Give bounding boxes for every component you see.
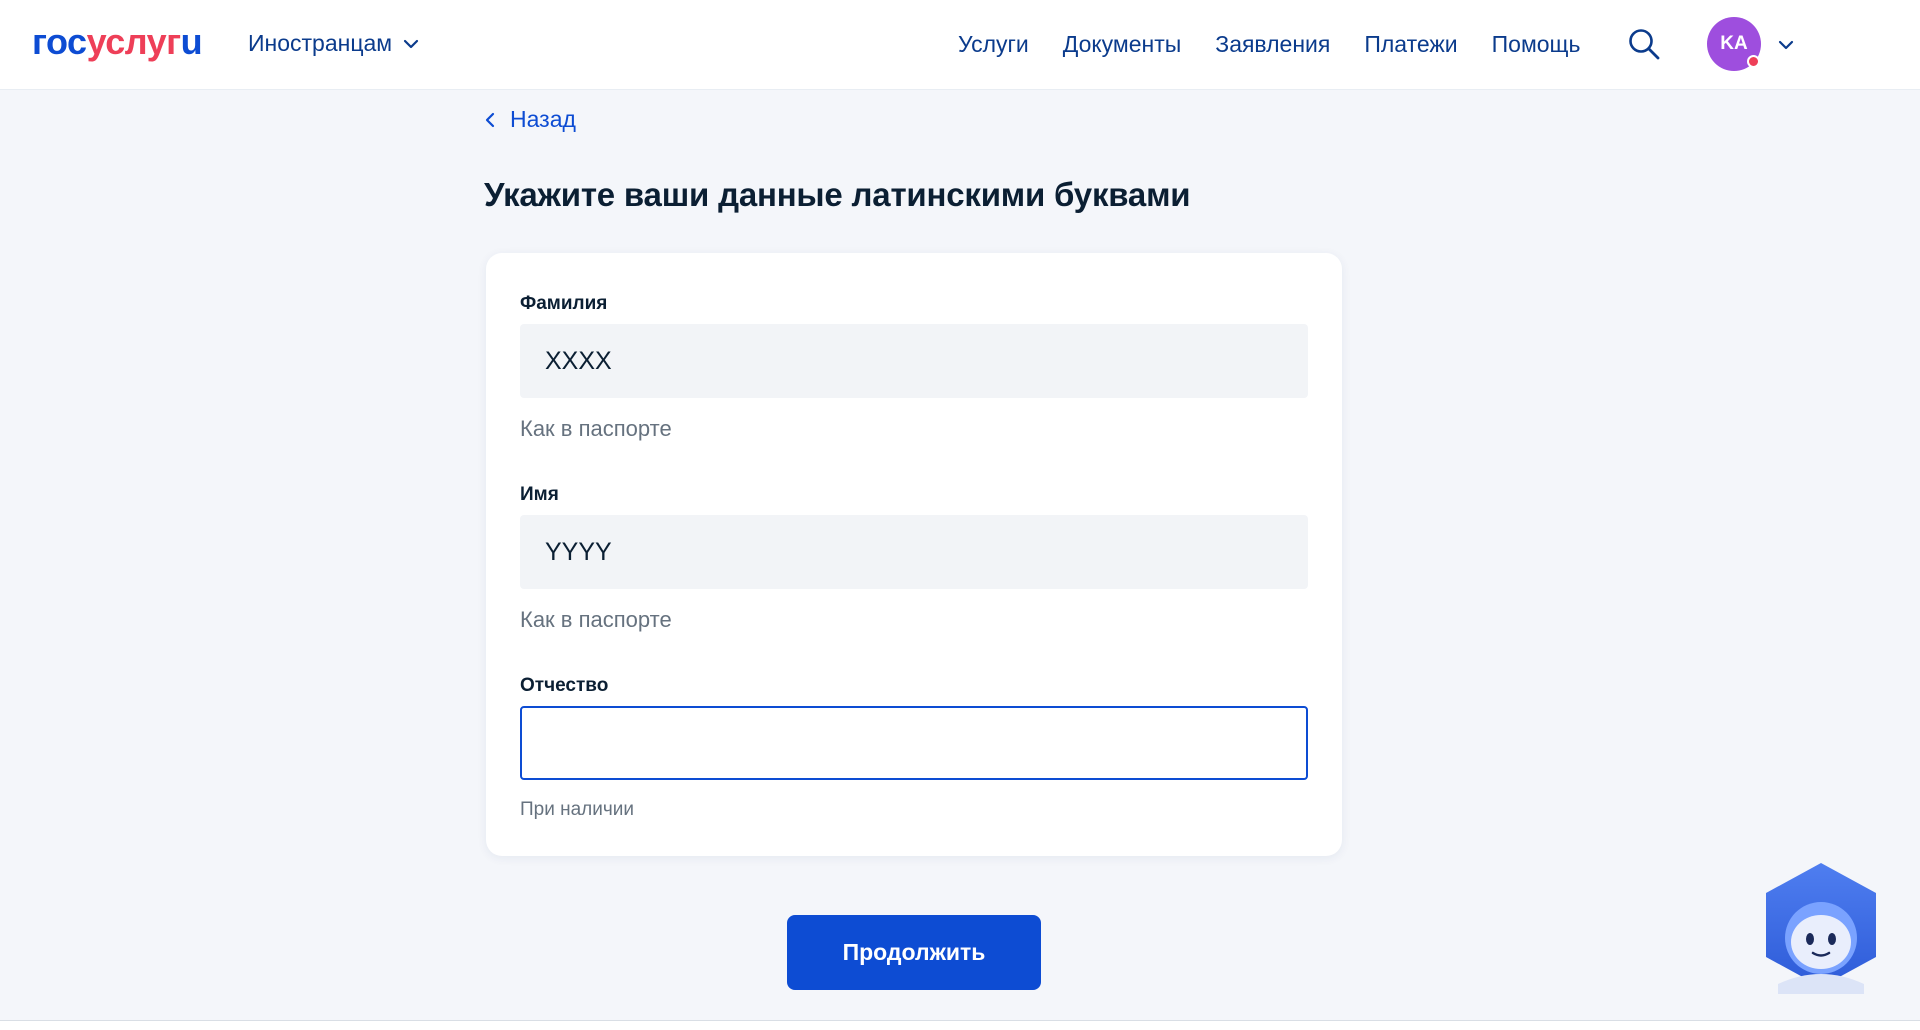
patronymic-input[interactable] xyxy=(520,706,1308,780)
nav-item-payments[interactable]: Платежи xyxy=(1364,30,1457,58)
last-name-input[interactable] xyxy=(520,324,1308,398)
search-icon[interactable] xyxy=(1627,27,1661,61)
notification-dot xyxy=(1747,55,1760,68)
bottom-bar xyxy=(0,1020,1920,1030)
patronymic-hint: При наличии xyxy=(520,799,634,820)
user-avatar[interactable]: KA xyxy=(1707,17,1761,71)
continue-button[interactable]: Продолжить xyxy=(787,915,1041,990)
back-link[interactable]: Назад xyxy=(484,106,576,133)
back-link-label: Назад xyxy=(510,106,576,132)
audience-selector-label: Иностранцам xyxy=(248,30,393,56)
chevron-left-icon xyxy=(485,112,495,127)
nav-item-help[interactable]: Помощь xyxy=(1492,30,1581,58)
first-name-input[interactable] xyxy=(520,515,1308,589)
audience-selector[interactable]: Иностранцам xyxy=(248,30,420,57)
top-header: госуслугu Иностранцам Услуги Документы З… xyxy=(0,0,1920,90)
first-name-label: Имя xyxy=(520,484,559,505)
nav-item-applications[interactable]: Заявления xyxy=(1215,30,1330,58)
nav-item-documents[interactable]: Документы xyxy=(1063,30,1182,58)
first-name-hint: Как в паспорте xyxy=(520,607,672,632)
gosuslugi-logo[interactable]: госуслугu xyxy=(32,22,203,62)
last-name-label: Фамилия xyxy=(520,293,608,314)
form-card: Фамилия Как в паспорте Имя Как в паспорт… xyxy=(486,253,1342,856)
avatar-initials: KA xyxy=(1720,33,1748,54)
assistant-robot-icon[interactable] xyxy=(1758,860,1884,996)
page-title: Укажите ваши данные латинскими буквами xyxy=(484,176,1191,213)
last-name-hint: Как в паспорте xyxy=(520,416,672,441)
chevron-down-icon xyxy=(404,39,419,48)
main-nav: Услуги Документы Заявления Платежи Помощ… xyxy=(958,30,1580,58)
patronymic-label: Отчество xyxy=(520,675,609,696)
profile-menu-chevron-icon[interactable] xyxy=(1777,36,1795,54)
nav-item-services[interactable]: Услуги xyxy=(958,30,1029,58)
